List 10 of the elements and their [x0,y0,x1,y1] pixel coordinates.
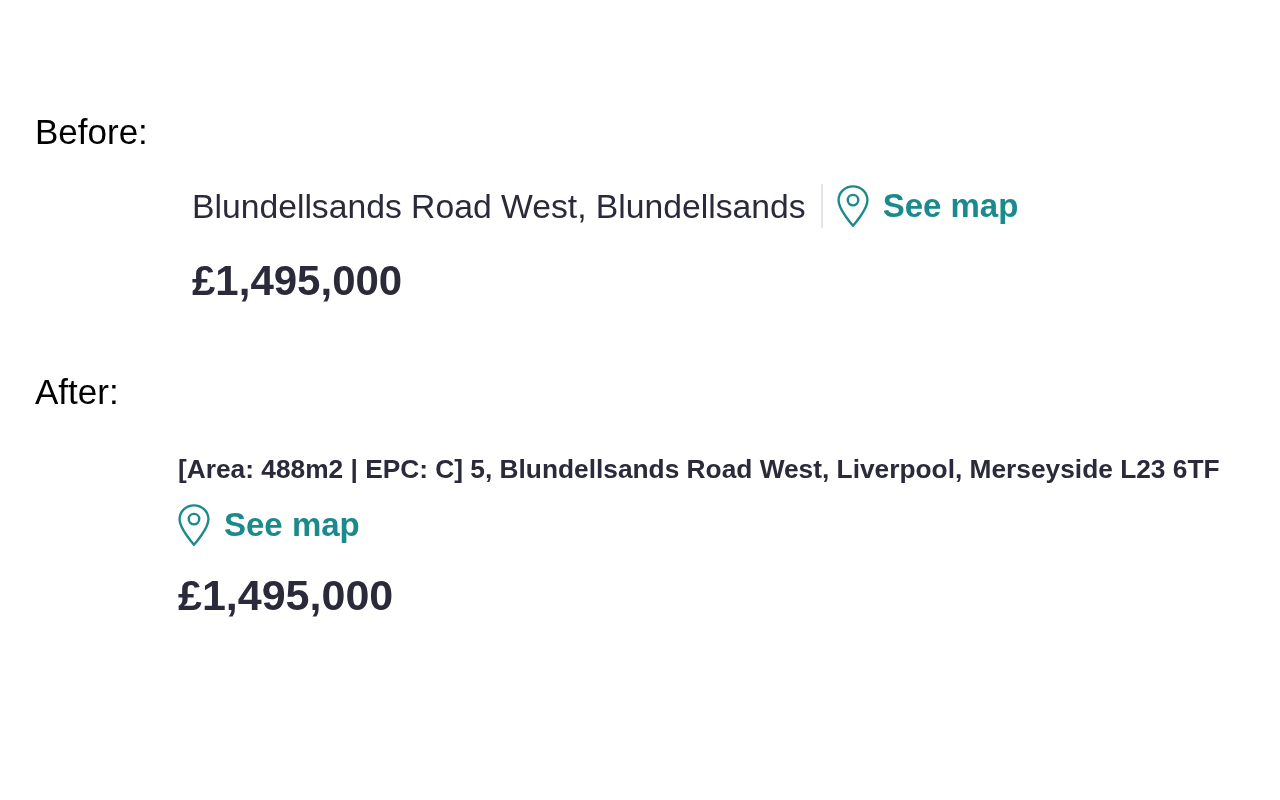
address-text: [Area: 488m2 | EPC: C] 5, Blundellsands Road West, Liverpool, Merseyside L23 6TF [178,453,1220,485]
price-text: £1,495,000 [178,572,394,618]
see-map-link[interactable]: See map [178,503,360,547]
address-text: Blundellsands Road West, Blundellsands [192,186,806,227]
map-pin-icon [836,185,869,227]
map-pin-icon [178,504,210,546]
section-heading: After: [35,372,119,412]
section-heading: Before: [35,112,148,152]
see-map-link[interactable]: See map [836,184,1019,228]
price-text: £1,495,000 [192,258,403,304]
